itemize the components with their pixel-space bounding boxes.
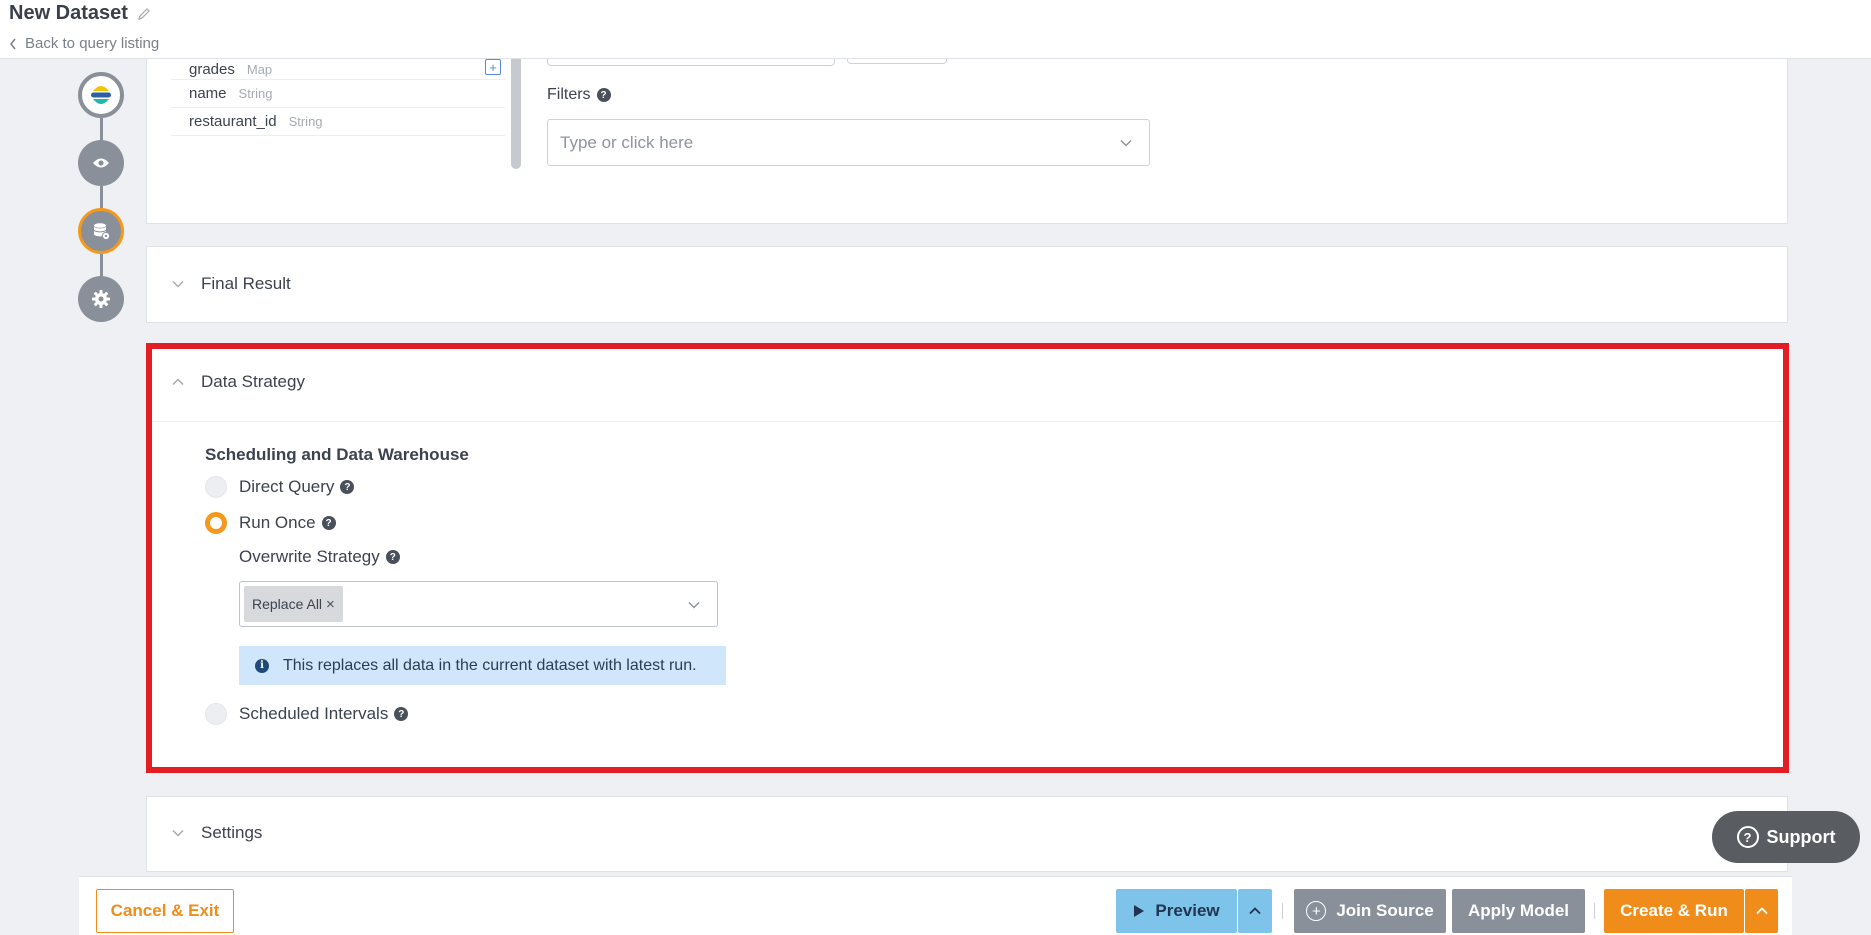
elasticsearch-logo-icon bbox=[91, 86, 111, 104]
support-label: Support bbox=[1766, 826, 1836, 847]
separator bbox=[1594, 903, 1595, 919]
gear-icon bbox=[92, 290, 110, 308]
tag-label: Replace All bbox=[252, 596, 323, 612]
close-icon[interactable]: × bbox=[326, 596, 335, 613]
back-link-label: Back to query listing bbox=[25, 35, 160, 52]
radio-button[interactable] bbox=[205, 476, 227, 498]
separator bbox=[1282, 903, 1283, 919]
overwrite-strategy-label-text: Overwrite Strategy bbox=[239, 547, 380, 566]
step-connector bbox=[100, 186, 103, 208]
selected-tag: Replace All × bbox=[244, 586, 343, 622]
step-connector bbox=[100, 254, 103, 276]
field-name: grades bbox=[189, 60, 235, 78]
step-source[interactable] bbox=[78, 72, 124, 118]
radio-label: Direct Query ? bbox=[239, 477, 355, 497]
question-circle-icon: ? bbox=[1736, 826, 1759, 848]
filters-select[interactable]: Type or click here bbox=[547, 119, 1150, 166]
preview-options-button[interactable] bbox=[1238, 889, 1272, 933]
radio-label-text: Direct Query bbox=[239, 477, 335, 496]
database-settings-icon bbox=[93, 223, 110, 240]
final-result-panel[interactable]: Final Result bbox=[146, 246, 1788, 323]
field-type: Map bbox=[246, 61, 273, 77]
step-preview[interactable] bbox=[78, 140, 124, 186]
field-list-scrollbar[interactable] bbox=[511, 59, 521, 169]
help-icon[interactable]: ? bbox=[385, 550, 400, 564]
final-result-title: Final Result bbox=[201, 274, 291, 293]
play-icon bbox=[1134, 905, 1145, 917]
cancel-exit-button[interactable]: Cancel & Exit bbox=[96, 889, 234, 933]
support-button[interactable]: ? Support bbox=[1712, 811, 1860, 863]
plus-circle-icon: + bbox=[1306, 901, 1327, 921]
bottom-action-bar: Cancel & Exit Preview + Join Source Appl… bbox=[79, 876, 1792, 935]
join-source-button[interactable]: + Join Source bbox=[1294, 889, 1446, 933]
chevron-down-icon bbox=[172, 829, 184, 837]
field-type: String bbox=[238, 86, 273, 101]
help-icon[interactable]: ? bbox=[596, 88, 611, 102]
expand-plus-icon[interactable]: + bbox=[485, 59, 501, 75]
pencil-icon[interactable] bbox=[136, 6, 152, 22]
field-list: grades Map + name String restaurant_id S… bbox=[171, 59, 505, 136]
chevron-up-icon bbox=[1249, 907, 1261, 915]
step-data-strategy[interactable] bbox=[78, 208, 124, 254]
help-icon[interactable]: ? bbox=[340, 480, 355, 494]
overwrite-strategy-select[interactable]: Replace All × bbox=[239, 581, 718, 627]
overwrite-info-message: i This replaces all data in the current … bbox=[239, 646, 726, 685]
filters-placeholder: Type or click here bbox=[560, 132, 694, 152]
help-icon[interactable]: ? bbox=[394, 707, 409, 721]
chevron-up-icon bbox=[172, 378, 184, 386]
radio-button-selected[interactable] bbox=[205, 512, 227, 534]
radio-label: Run Once ? bbox=[239, 513, 336, 533]
step-connector bbox=[100, 118, 103, 140]
create-run-button[interactable]: Create & Run bbox=[1604, 889, 1744, 933]
field-name: name bbox=[189, 85, 227, 102]
scheduling-section-title: Scheduling and Data Warehouse bbox=[205, 445, 469, 464]
radio-label-text: Run Once bbox=[239, 513, 316, 532]
radio-button[interactable] bbox=[205, 703, 227, 725]
field-name: restaurant_id bbox=[189, 113, 277, 130]
query-builder-panel: grades Map + name String restaurant_id S… bbox=[146, 51, 1788, 224]
overwrite-strategy-label: Overwrite Strategy ? bbox=[239, 547, 400, 567]
chevron-down-icon bbox=[688, 601, 700, 609]
field-type: String bbox=[288, 114, 323, 129]
radio-label-text: Scheduled Intervals bbox=[239, 704, 389, 723]
radio-label: Scheduled Intervals ? bbox=[239, 704, 409, 724]
chevron-down-icon bbox=[1120, 139, 1132, 147]
settings-title: Settings bbox=[201, 823, 263, 842]
preview-label: Preview bbox=[1155, 901, 1220, 920]
field-row[interactable]: grades Map + bbox=[171, 59, 505, 80]
filters-label: Filters ? bbox=[547, 86, 611, 104]
settings-header[interactable]: Settings bbox=[171, 823, 262, 843]
join-source-label: Join Source bbox=[1336, 901, 1434, 920]
step-settings[interactable] bbox=[78, 276, 124, 322]
radio-direct-query[interactable]: Direct Query ? bbox=[205, 476, 355, 498]
settings-panel[interactable]: Settings bbox=[146, 796, 1788, 872]
eye-icon bbox=[93, 158, 109, 168]
apply-model-button[interactable]: Apply Model bbox=[1452, 889, 1585, 933]
preview-button[interactable]: Preview bbox=[1116, 889, 1237, 933]
create-run-options-button[interactable] bbox=[1745, 889, 1778, 933]
field-row[interactable]: name String bbox=[171, 80, 505, 108]
page-header: New Dataset Back to query listing bbox=[0, 0, 1871, 59]
help-icon[interactable]: ? bbox=[321, 516, 336, 530]
data-strategy-header[interactable]: Data Strategy bbox=[171, 372, 305, 392]
info-icon: i bbox=[255, 658, 269, 673]
info-text: This replaces all data in the current da… bbox=[283, 656, 697, 674]
title-row: New Dataset bbox=[9, 2, 152, 25]
data-strategy-title: Data Strategy bbox=[201, 372, 305, 391]
data-strategy-panel: Data Strategy Scheduling and Data Wareho… bbox=[146, 344, 1788, 770]
back-to-query-listing-link[interactable]: Back to query listing bbox=[9, 35, 159, 52]
chevron-up-icon bbox=[1755, 907, 1768, 915]
filters-label-text: Filters bbox=[547, 86, 591, 103]
chevron-down-icon bbox=[172, 280, 184, 288]
page-title: New Dataset bbox=[9, 2, 128, 24]
divider bbox=[147, 421, 1787, 422]
radio-run-once[interactable]: Run Once ? bbox=[205, 512, 336, 534]
final-result-header[interactable]: Final Result bbox=[171, 274, 291, 294]
chevron-left-icon bbox=[10, 38, 16, 49]
radio-scheduled-intervals[interactable]: Scheduled Intervals ? bbox=[205, 703, 409, 725]
field-row[interactable]: restaurant_id String bbox=[171, 108, 505, 136]
